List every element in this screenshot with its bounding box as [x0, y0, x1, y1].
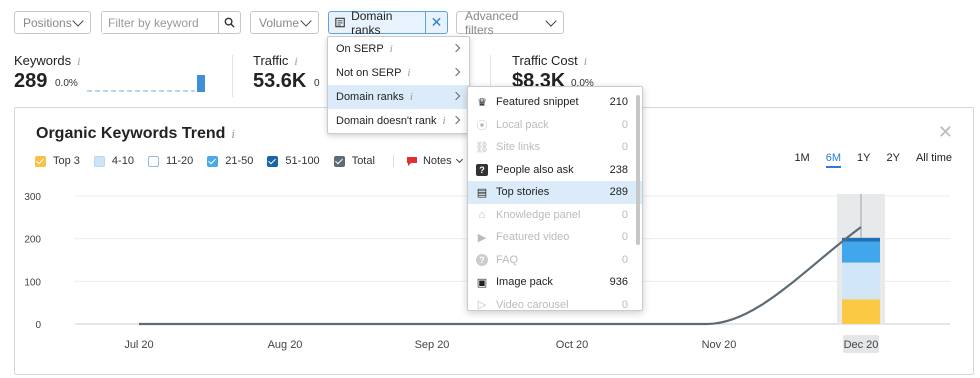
- y-tick-label: 0: [35, 320, 41, 331]
- keywords-metric-label: Keywords i: [14, 53, 81, 68]
- feature-image-pack[interactable]: ▣ Image pack 936: [468, 271, 642, 294]
- keyword-search: [101, 11, 241, 34]
- traffic-metric-label: Traffic i: [253, 53, 298, 68]
- keywords-sparkline: [87, 75, 205, 92]
- crown-icon: ♛: [477, 96, 487, 109]
- news-icon: [335, 17, 345, 28]
- positions-dropdown[interactable]: Positions: [14, 11, 91, 34]
- y-tick-label: 100: [24, 277, 41, 288]
- stack-segment-top-3: [842, 299, 880, 324]
- question-icon: ?: [476, 163, 488, 176]
- x-tick-label: Oct 20: [556, 339, 588, 351]
- x-tick-label: Jul 20: [124, 339, 153, 351]
- menu-item-on-serp[interactable]: On SERP i: [328, 37, 469, 61]
- chevron-down-icon: [72, 14, 84, 27]
- serp-features-menu: ♛ Featured snippet 210 ⦿ Local pack 0 ⛓ Site …: [467, 86, 643, 311]
- chevron-down-icon: [300, 14, 312, 27]
- advanced-filters-dropdown[interactable]: Advanced filters: [456, 8, 564, 37]
- divider: [232, 55, 233, 97]
- stack-segment-4-10: [842, 262, 880, 300]
- info-icon: i: [442, 115, 446, 127]
- feature-site-links[interactable]: ⛓ Site links 0: [468, 136, 642, 159]
- grad-icon: ⌂: [478, 208, 486, 221]
- traffic-change: 0: [314, 78, 320, 89]
- chevron-right-icon: [451, 67, 461, 77]
- info-icon[interactable]: i: [584, 54, 587, 68]
- pin-icon: ⦿: [476, 119, 488, 132]
- x-tick-label: Aug 20: [268, 339, 303, 351]
- y-tick-label: 300: [24, 192, 41, 203]
- info-icon: i: [389, 43, 393, 55]
- chevron-right-icon: [451, 43, 461, 53]
- info-icon: i: [407, 67, 411, 79]
- x-tick-label: Dec 20: [844, 339, 879, 351]
- keywords-change: 0.0%: [55, 78, 78, 89]
- info-icon[interactable]: i: [77, 54, 80, 68]
- keywords-value: 289: [14, 70, 48, 92]
- chevron-right-icon: [451, 91, 461, 101]
- faq-icon: ?: [476, 253, 488, 266]
- menu-scrollbar[interactable]: [636, 95, 640, 245]
- stack-segment-21-50: [842, 241, 880, 263]
- positions-label: Positions: [23, 15, 72, 30]
- menu-item-domain-ranks[interactable]: Domain ranks i: [328, 85, 469, 109]
- play-icon: ▷: [477, 299, 487, 311]
- keyword-filter-input[interactable]: [102, 12, 218, 33]
- domain-ranks-menu: On SERP i Not on SERP i Domain ranks i Doma…: [327, 36, 470, 134]
- image-icon: ▣: [476, 276, 488, 289]
- domain-ranks-filter[interactable]: Domain ranks ✕: [328, 8, 448, 37]
- traffic-value: 53.6K: [253, 70, 307, 92]
- feature-local-pack[interactable]: ⦿ Local pack 0: [468, 114, 642, 137]
- feature-featured-snippet[interactable]: ♛ Featured snippet 210: [468, 91, 642, 114]
- chevron-right-icon: [451, 115, 461, 125]
- menu-item-domain-doesnt-rank[interactable]: Domain doesn't rank i: [328, 109, 469, 133]
- feature-featured-video[interactable]: ▶ Featured video 0: [468, 226, 642, 249]
- link-icon: ⛓: [475, 141, 489, 154]
- x-tick-label: Sep 20: [415, 339, 450, 351]
- feature-video-carousel[interactable]: ▷ Video carousel 0: [468, 294, 642, 311]
- search-icon: [224, 17, 235, 28]
- feature-top-stories[interactable]: ▤ Top stories 289: [468, 181, 642, 204]
- menu-item-not-on-serp[interactable]: Not on SERP i: [328, 61, 469, 85]
- domain-ranks-label: Domain ranks: [351, 8, 393, 37]
- clear-filter-close-icon[interactable]: ✕: [425, 12, 447, 33]
- x-tick-label: Nov 20: [702, 339, 737, 351]
- video-icon: ▶: [477, 231, 487, 244]
- y-tick-label: 200: [24, 235, 41, 246]
- feature-people-also-ask[interactable]: ? People also ask 238: [468, 159, 642, 182]
- traffic-cost-metric-label: Traffic Cost i: [512, 53, 588, 68]
- info-icon: i: [409, 91, 413, 103]
- feature-faq[interactable]: ? FAQ 0: [468, 249, 642, 272]
- news-icon: ▤: [476, 186, 488, 199]
- search-button[interactable]: [218, 12, 240, 33]
- volume-dropdown[interactable]: Volume: [250, 11, 319, 34]
- volume-label: Volume: [259, 15, 300, 30]
- feature-knowledge-panel[interactable]: ⌂ Knowledge panel 0: [468, 204, 642, 227]
- advanced-filters-label: Advanced filters: [465, 8, 519, 37]
- info-icon[interactable]: i: [294, 54, 297, 68]
